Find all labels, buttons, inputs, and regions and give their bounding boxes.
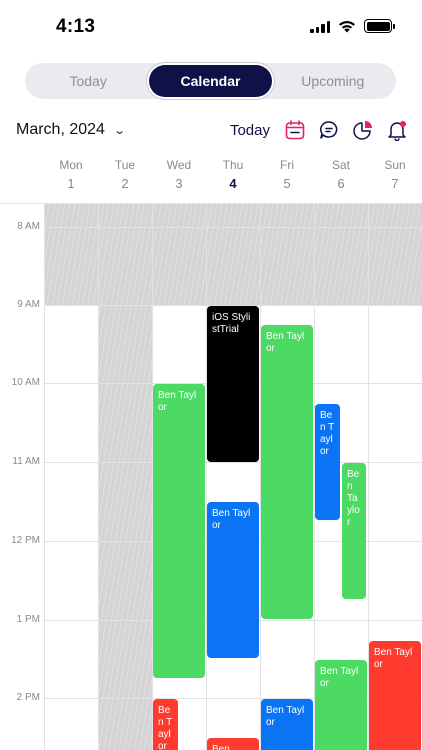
pie-chart-icon[interactable] [352, 119, 374, 141]
view-switcher: Today Calendar Upcoming [25, 63, 396, 99]
event-ben-taylor[interactable]: Ben Taylor [153, 699, 178, 750]
event-ben-taylor[interactable]: Ben Taylor [315, 404, 340, 520]
event-ben-taylor[interactable]: Ben Taylor [207, 502, 259, 658]
event-ben-taylor[interactable]: Ben Taylor [342, 463, 366, 599]
column-divider [44, 204, 45, 750]
bell-icon[interactable] [386, 119, 408, 141]
day-tue[interactable]: Tue 2 [98, 158, 152, 194]
hour-label: 1 PM [16, 614, 40, 625]
hour-label: 12 PM [11, 535, 40, 546]
event-ben-taylor[interactable]: Ben Taylor [315, 660, 367, 750]
tab-calendar[interactable]: Calendar [149, 65, 272, 97]
status-icons [310, 19, 395, 33]
calendar-grid[interactable]: 8 AM 9 AM 10 AM 11 AM 12 PM 1 PM 2 PM iO… [0, 203, 422, 750]
month-selector[interactable]: March, 2024 [16, 121, 105, 139]
calendar-icon[interactable] [284, 119, 306, 141]
battery-icon [364, 19, 395, 33]
today-button[interactable]: Today [230, 122, 270, 139]
hour-line [44, 462, 422, 463]
status-bar: 4:13 [0, 0, 422, 54]
day-fri[interactable]: Fri 5 [260, 158, 314, 194]
day-thu[interactable]: Thu 4 [206, 158, 260, 194]
chat-icon[interactable] [318, 119, 340, 141]
event-ben-taylor[interactable]: Ben Taylor [261, 325, 313, 619]
tab-upcoming[interactable]: Upcoming [272, 65, 394, 97]
column-divider [98, 204, 99, 750]
day-sat[interactable]: Sat 6 [314, 158, 368, 194]
event-ben-taylor[interactable]: Ben Taylor [369, 641, 421, 750]
event-ben[interactable]: Ben [207, 738, 259, 750]
day-wed[interactable]: Wed 3 [152, 158, 206, 194]
calendar-header: March, 2024 ⌄ Today [16, 117, 408, 143]
chevron-down-icon[interactable]: ⌄ [113, 124, 126, 137]
hour-label: 9 AM [17, 299, 40, 310]
hour-line [44, 227, 422, 228]
wifi-icon [339, 20, 355, 32]
hour-label: 8 AM [17, 221, 40, 232]
cellular-signal-icon [310, 20, 330, 33]
week-days: Mon 1 Tue 2 Wed 3 Thu 4 Fri 5 Sat 6 Sun 7 [44, 158, 422, 194]
event-ios-stylist-trial[interactable]: iOS StylistTrial [207, 306, 259, 462]
hour-label: 10 AM [11, 377, 40, 388]
event-ben-taylor[interactable]: Ben Taylor [153, 384, 205, 678]
unavailable-block-tue [98, 204, 152, 750]
hour-label: 11 AM [12, 456, 40, 467]
day-mon[interactable]: Mon 1 [44, 158, 98, 194]
hour-label: 2 PM [16, 692, 40, 703]
column-divider [206, 204, 207, 750]
event-ben-taylor[interactable]: Ben Taylor [261, 699, 313, 750]
header-actions: Today [230, 119, 408, 141]
tab-today[interactable]: Today [27, 65, 149, 97]
day-sun[interactable]: Sun 7 [368, 158, 422, 194]
status-time: 4:13 [56, 16, 96, 37]
